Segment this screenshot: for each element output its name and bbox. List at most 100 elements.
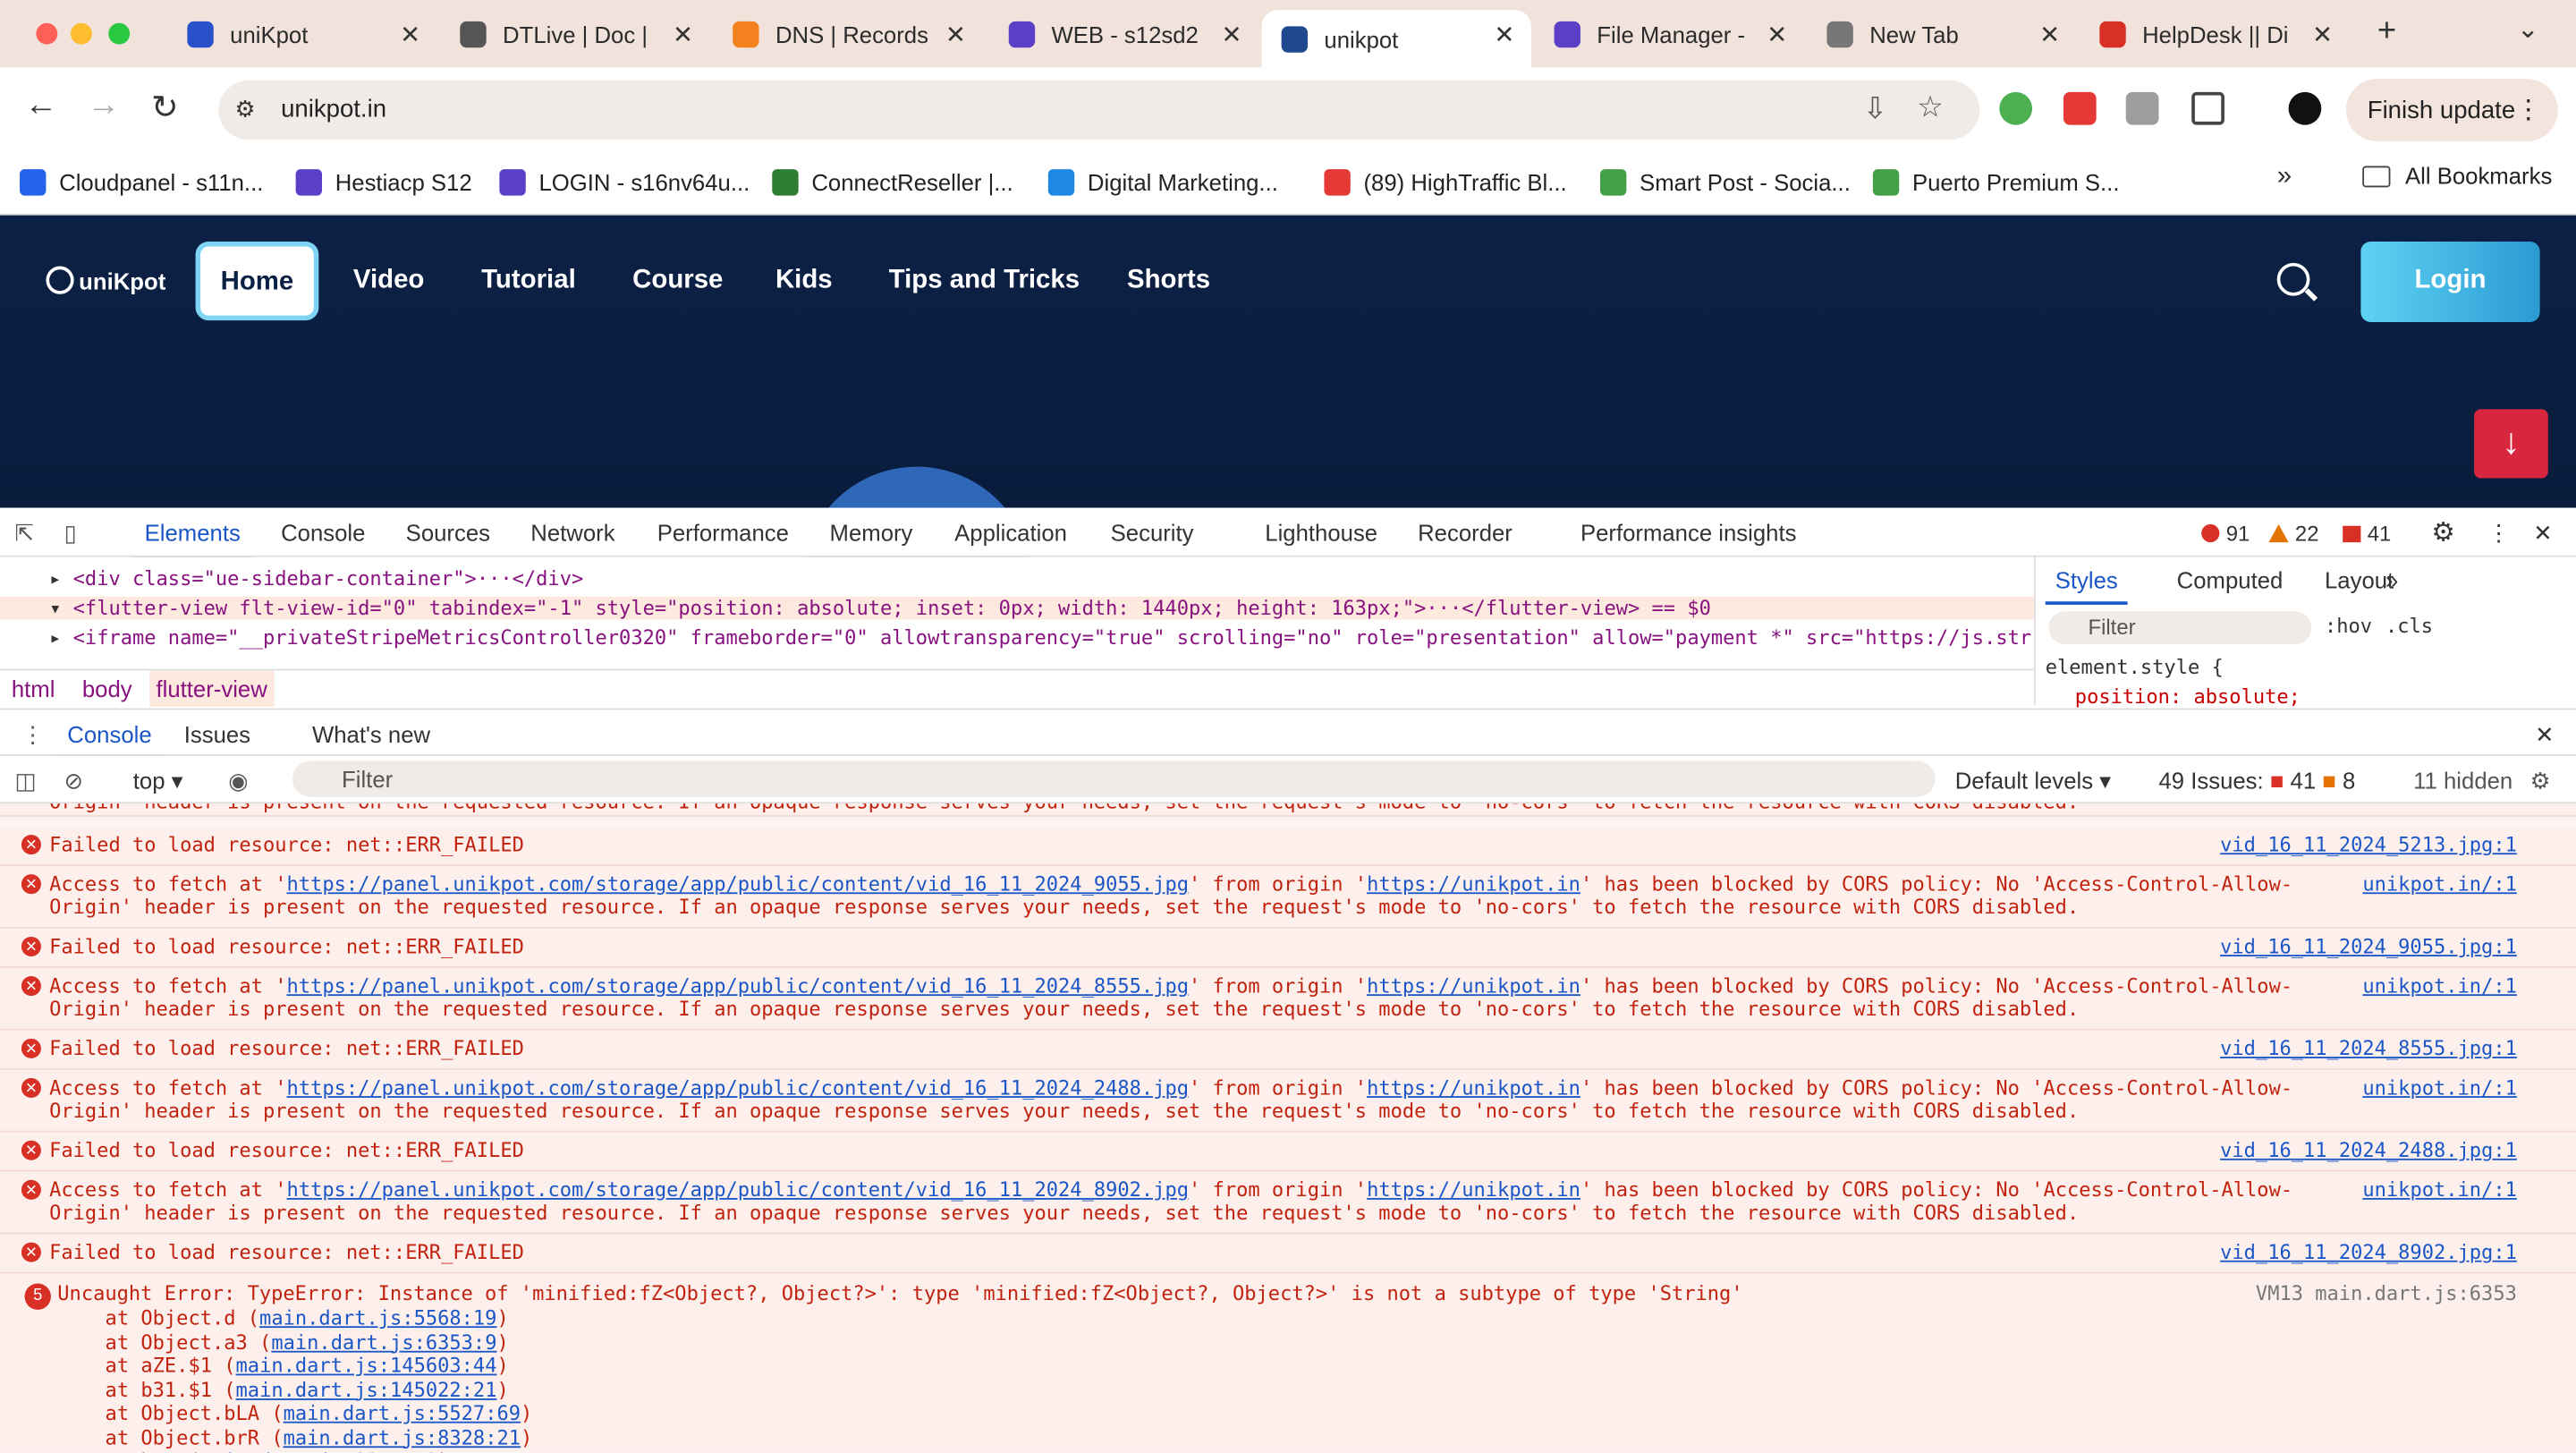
browser-tab[interactable]: unikpot ✕: [1261, 10, 1531, 68]
more-bookmarks-icon[interactable]: »: [2277, 163, 2292, 192]
live-expression-eye-icon[interactable]: ◉: [228, 768, 248, 795]
browser-tab[interactable]: DTLive | Doc | ✕: [440, 10, 709, 57]
back-button[interactable]: ←: [25, 87, 58, 124]
close-tab-icon[interactable]: ✕: [400, 20, 420, 49]
close-drawer-icon[interactable]: ✕: [2535, 721, 2555, 749]
close-devtools-icon[interactable]: ✕: [2533, 519, 2553, 547]
search-icon[interactable]: [2276, 262, 2310, 296]
cls-toggle[interactable]: .cls: [2385, 615, 2433, 638]
browser-tab[interactable]: File Manager - ✕: [1535, 10, 1804, 57]
nav-item-shorts[interactable]: Shorts: [1127, 267, 1210, 296]
tab-computed[interactable]: Computed: [2177, 567, 2284, 593]
message-source-link[interactable]: unikpot.in/:1: [2362, 872, 2517, 896]
login-button[interactable]: Login: [2360, 242, 2540, 323]
nav-item-kids[interactable]: Kids: [775, 267, 833, 296]
new-tab-button[interactable]: +: [2377, 13, 2396, 51]
close-tab-icon[interactable]: ✕: [673, 20, 693, 49]
hov-toggle[interactable]: :hov: [2325, 615, 2372, 638]
stack-location-link[interactable]: main.dart.js:145022:21: [236, 1378, 497, 1401]
close-window-button[interactable]: [36, 22, 58, 45]
drawer-menu-icon[interactable]: ⋮: [21, 721, 45, 749]
profile-avatar-icon[interactable]: [2288, 91, 2322, 125]
sidebar-toggle-icon[interactable]: ◫: [15, 768, 37, 795]
extensions-puzzle-icon[interactable]: [2191, 91, 2224, 125]
site-info-icon[interactable]: ⚙: [235, 96, 256, 123]
stack-location-link[interactable]: main.dart.js:6353:9: [271, 1330, 496, 1354]
devtools-tab-recorder[interactable]: Recorder: [1418, 519, 1513, 545]
tab-search-chevron-icon[interactable]: ⌄: [2517, 13, 2539, 47]
clear-console-icon[interactable]: ⊘: [64, 768, 84, 795]
bookmark-item[interactable]: ConnectReseller |...: [772, 163, 1013, 202]
devtools-tab-performance[interactable]: Performance: [657, 519, 789, 545]
style-property[interactable]: position: absolute;: [2075, 685, 2301, 709]
dom-node-selected[interactable]: ▾ <flutter-view flt-view-id="0" tabindex…: [0, 596, 2034, 620]
devtools-tab-network[interactable]: Network: [530, 519, 614, 545]
issues-summary[interactable]: 49 Issues: ■ 41 ■ 8: [2158, 768, 2355, 794]
all-bookmarks-button[interactable]: All Bookmarks: [2362, 163, 2552, 189]
dom-node[interactable]: ▸ <iframe name="__privateStripeMetricsCo…: [49, 626, 2031, 650]
bookmark-item[interactable]: Smart Post - Socia...: [1599, 163, 1851, 202]
devtools-tab-memory[interactable]: Memory: [830, 519, 913, 545]
minimize-window-button[interactable]: [70, 22, 92, 45]
devtools-tab-lighthouse[interactable]: Lighthouse: [1265, 519, 1377, 545]
forward-button[interactable]: →: [87, 87, 120, 124]
styles-filter-input[interactable]: Filter: [2048, 611, 2312, 645]
device-toolbar-icon[interactable]: ▯: [64, 519, 77, 547]
extension-red-icon[interactable]: [2063, 91, 2097, 125]
message-source-link[interactable]: unikpot.in/:1: [2362, 1076, 2517, 1100]
bookmark-item[interactable]: LOGIN - s16nv64u...: [499, 163, 750, 202]
browser-tab[interactable]: HelpDesk || Di ✕: [2080, 10, 2349, 57]
uncaught-error-message[interactable]: 5 Uncaught Error: TypeError: Instance of …: [0, 1273, 2576, 1453]
url-text[interactable]: unikpot.in: [281, 96, 386, 123]
warning-count[interactable]: 22: [2268, 521, 2318, 546]
message-source-link[interactable]: vid_16_11_2024_5213.jpg:1: [2220, 833, 2517, 856]
crumb-body[interactable]: body: [82, 676, 132, 701]
console-filter-input[interactable]: Filter: [292, 760, 1936, 797]
browser-tab[interactable]: New Tab ✕: [1807, 10, 2076, 57]
origin-link[interactable]: https://unikpot.in: [1367, 974, 1580, 998]
nav-item-home[interactable]: Home: [195, 242, 319, 321]
nav-item-tutorial[interactable]: Tutorial: [481, 267, 576, 296]
close-tab-icon[interactable]: ✕: [1221, 20, 1241, 49]
resource-url-link[interactable]: https://panel.unikpot.com/storage/app/pu…: [287, 1076, 1190, 1100]
message-source-link[interactable]: vid_16_11_2024_8902.jpg:1: [2220, 1241, 2517, 1264]
stack-location-link[interactable]: main.dart.js:8328:21: [284, 1425, 521, 1449]
close-tab-icon[interactable]: ✕: [945, 20, 966, 49]
devtools-tab-application[interactable]: Application: [954, 519, 1067, 545]
browser-tab[interactable]: uniKpot ✕: [167, 10, 436, 57]
nav-item-course[interactable]: Course: [632, 267, 723, 296]
resource-url-link[interactable]: https://panel.unikpot.com/storage/app/pu…: [287, 974, 1190, 998]
context-select[interactable]: top ▾: [133, 768, 183, 795]
issue-count[interactable]: 41: [2343, 521, 2391, 546]
more-options-icon[interactable]: ⋮: [2487, 519, 2511, 547]
close-tab-icon[interactable]: ✕: [1494, 20, 1514, 49]
console-settings-icon[interactable]: ⚙: [2530, 768, 2551, 795]
devtools-tab-security[interactable]: Security: [1111, 519, 1194, 545]
settings-gear-icon[interactable]: ⚙: [2431, 516, 2454, 549]
resource-url-link[interactable]: https://panel.unikpot.com/storage/app/pu…: [287, 1178, 1190, 1202]
crumb-html[interactable]: html: [12, 676, 55, 701]
close-tab-icon[interactable]: ✕: [2039, 20, 2060, 49]
bookmark-item[interactable]: Digital Marketing...: [1047, 163, 1278, 202]
tab-styles[interactable]: Styles: [2045, 567, 2129, 605]
bookmark-star-icon[interactable]: ☆: [1917, 90, 1944, 125]
message-source-link[interactable]: vid_16_11_2024_2488.jpg:1: [2220, 1139, 2517, 1162]
message-source-link[interactable]: unikpot.in/:1: [2362, 974, 2517, 998]
inspect-element-icon[interactable]: ⇱: [15, 519, 35, 547]
log-levels-select[interactable]: Default levels ▾: [1955, 768, 2111, 795]
drawer-tab-issues[interactable]: Issues: [184, 721, 250, 747]
stack-location-link[interactable]: main.dart.js:5527:69: [284, 1402, 521, 1425]
address-bar[interactable]: ⚙ unikpot.in ⇩ ☆: [218, 81, 1980, 140]
message-source-link[interactable]: VM13 main.dart.js:6353: [2256, 1282, 2517, 1305]
finish-update-button[interactable]: Finish update ⋮: [2345, 79, 2558, 141]
extension-play-icon[interactable]: [1999, 91, 2033, 125]
browser-tab[interactable]: WEB - s12sd2 ✕: [989, 10, 1258, 57]
devtools-tab-sources[interactable]: Sources: [406, 519, 490, 545]
bookmark-item[interactable]: (89) HighTraffic Bl...: [1324, 163, 1567, 202]
drawer-tab-console[interactable]: Console: [54, 721, 166, 760]
zoom-window-button[interactable]: [108, 22, 131, 45]
install-app-icon[interactable]: ⇩: [1863, 92, 1888, 127]
close-tab-icon[interactable]: ✕: [2312, 20, 2333, 49]
close-tab-icon[interactable]: ✕: [1767, 20, 1787, 49]
site-logo[interactable]: uniKpot: [46, 266, 165, 294]
